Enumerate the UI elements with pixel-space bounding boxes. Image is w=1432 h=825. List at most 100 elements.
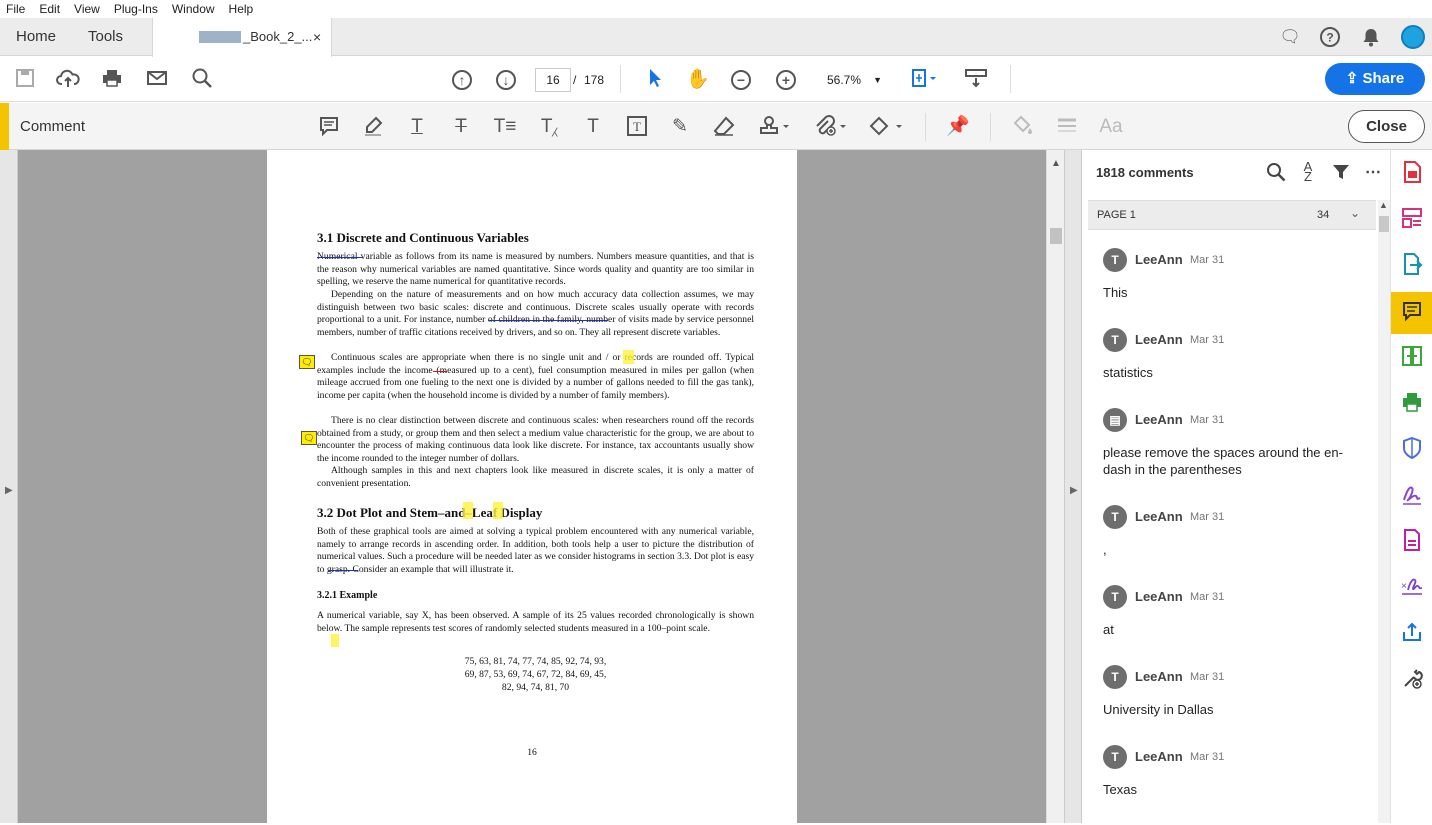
- comment-date: Mar 31: [1190, 511, 1225, 523]
- request-signature-icon[interactable]: [1399, 528, 1425, 554]
- stamp-icon[interactable]: [756, 115, 792, 139]
- attach-file-icon[interactable]: [812, 115, 848, 139]
- comment-author: LeeAnn: [1135, 412, 1183, 427]
- scroll-thumb[interactable]: [1050, 228, 1062, 244]
- pencil-icon[interactable]: ✎: [667, 115, 693, 139]
- insert-text-icon[interactable]: T⁁: [536, 115, 562, 139]
- strikethrough-text-icon[interactable]: T: [448, 115, 474, 139]
- document-scrollbar[interactable]: ▲: [1046, 150, 1064, 823]
- tab-home[interactable]: Home: [16, 18, 56, 56]
- search-zoom-icon[interactable]: [189, 67, 215, 93]
- replace-text-icon[interactable]: T≡: [492, 115, 518, 139]
- comment-item[interactable]: T LeeAnn Mar 31 at: [1088, 585, 1376, 665]
- print-icon[interactable]: [99, 67, 125, 93]
- sticky-note-annotation-icon[interactable]: 🗨: [301, 431, 317, 445]
- tab-document[interactable]: _Book_2_... ×: [152, 18, 332, 57]
- search-icon[interactable]: [1265, 162, 1287, 187]
- comments-header: 1818 comments AZ ⋯: [1082, 150, 1390, 198]
- print-production-icon[interactable]: [1399, 390, 1425, 416]
- email-icon[interactable]: [144, 67, 170, 93]
- underline-text-icon[interactable]: T: [404, 115, 430, 139]
- close-button[interactable]: Close: [1348, 110, 1425, 143]
- highlight-annotation[interactable]: [623, 350, 634, 364]
- right-panel-toggle[interactable]: ▶: [1064, 150, 1082, 823]
- sticky-note-annotation-icon[interactable]: 🗨: [299, 355, 315, 369]
- page-group-header[interactable]: PAGE 1 34 ⌄: [1088, 200, 1376, 230]
- zoom-dropdown[interactable]: 56.7% ▼: [815, 68, 890, 92]
- menu-bar: File Edit View Plug-Ins Window Help: [0, 0, 1432, 18]
- upload-cloud-icon[interactable]: [55, 67, 81, 93]
- save-icon[interactable]: [12, 67, 38, 93]
- strikethrough-annotation[interactable]: [433, 371, 447, 372]
- menu-file[interactable]: File: [0, 2, 32, 16]
- comment-date: Mar 31: [1190, 254, 1225, 266]
- zoom-out-icon[interactable]: −: [731, 70, 751, 90]
- more-options-icon[interactable]: ⋯: [1362, 162, 1384, 182]
- scroll-up-icon[interactable]: ▲: [1379, 200, 1388, 210]
- text-box-icon[interactable]: T: [624, 115, 650, 139]
- comment-tool-icon[interactable]: [1399, 300, 1425, 326]
- certificates-icon[interactable]: ×: [1399, 574, 1425, 600]
- next-page-icon[interactable]: ↓: [496, 70, 516, 90]
- previous-page-icon[interactable]: ↑: [452, 70, 472, 90]
- select-cursor-icon[interactable]: [641, 67, 667, 93]
- page-group-label: PAGE 1: [1097, 209, 1136, 221]
- sort-icon[interactable]: AZ: [1297, 160, 1319, 183]
- comment-item[interactable]: T LeeAnn Mar 31 University in Dallas: [1088, 665, 1376, 745]
- strikethrough-annotation[interactable]: [317, 257, 362, 258]
- divider: [1010, 65, 1011, 93]
- comment-item[interactable]: T LeeAnn Mar 31 This: [1088, 248, 1376, 328]
- compare-files-icon[interactable]: [1399, 344, 1425, 370]
- zoom-value: 56.7%: [827, 73, 862, 87]
- comment-item[interactable]: T LeeAnn Mar 31 statistics: [1088, 328, 1376, 408]
- fit-page-icon[interactable]: [908, 67, 936, 93]
- comment-item[interactable]: ▤ LeeAnn Mar 31 please remove the spaces…: [1088, 408, 1376, 506]
- highlight-icon[interactable]: [360, 115, 386, 139]
- menu-help[interactable]: Help: [222, 2, 261, 16]
- highlight-annotation[interactable]: [331, 634, 339, 647]
- organize-pages-icon[interactable]: [1399, 206, 1425, 232]
- fill-sign-icon[interactable]: [1399, 482, 1425, 508]
- comment-item[interactable]: T LeeAnn Mar 31 ,: [1088, 505, 1376, 585]
- comments-scrollbar[interactable]: ▲: [1378, 200, 1390, 823]
- filter-icon[interactable]: [1330, 162, 1352, 187]
- protect-shield-icon[interactable]: [1399, 436, 1425, 462]
- scroll-mode-icon[interactable]: [963, 67, 989, 93]
- pdf-page: 3.1 Discrete and Continuous Variables Nu…: [267, 150, 797, 823]
- highlight-annotation[interactable]: [493, 502, 503, 519]
- page-separator: /: [573, 73, 577, 87]
- left-panel-toggle[interactable]: ▶: [0, 150, 18, 823]
- comment-item[interactable]: T LeeAnn Mar 31 Texas: [1088, 745, 1376, 825]
- more-tools-icon[interactable]: [1399, 666, 1425, 692]
- scroll-thumb[interactable]: [1379, 216, 1389, 232]
- share-label: Share: [1362, 70, 1405, 87]
- tab-tools[interactable]: Tools: [88, 18, 123, 56]
- user-avatar[interactable]: [1401, 25, 1425, 49]
- zoom-in-icon[interactable]: +: [776, 70, 796, 90]
- strikethrough-annotation[interactable]: [488, 320, 608, 321]
- share-button[interactable]: ⇪ Share: [1325, 63, 1425, 95]
- add-text-icon[interactable]: T: [580, 115, 606, 139]
- share-upload-icon[interactable]: [1399, 620, 1425, 646]
- scroll-up-icon[interactable]: ▲: [1051, 158, 1061, 169]
- pin-icon[interactable]: 📌: [945, 115, 971, 139]
- shapes-icon[interactable]: [868, 115, 904, 139]
- chat-icon[interactable]: 🗨: [1279, 26, 1301, 48]
- close-tab-icon[interactable]: ×: [313, 18, 321, 56]
- export-pdf-icon[interactable]: [1399, 160, 1425, 186]
- export-file-icon[interactable]: [1399, 252, 1425, 278]
- highlight-annotation[interactable]: [463, 502, 473, 519]
- eraser-icon[interactable]: [711, 115, 737, 139]
- menu-edit[interactable]: Edit: [32, 2, 67, 16]
- share-icon: ⇪: [1345, 70, 1363, 87]
- sticky-note-icon[interactable]: [316, 115, 342, 139]
- menu-view[interactable]: View: [67, 2, 107, 16]
- notification-bell-icon[interactable]: [1360, 26, 1382, 48]
- help-icon[interactable]: ?: [1319, 26, 1341, 48]
- menu-plugins[interactable]: Plug-Ins: [107, 2, 165, 16]
- hand-tool-icon[interactable]: ✋: [685, 67, 711, 93]
- page-number-input[interactable]: 16: [535, 68, 571, 92]
- strikethrough-annotation[interactable]: [328, 570, 358, 571]
- comment-type-icon: T: [1103, 585, 1127, 609]
- menu-window[interactable]: Window: [165, 2, 222, 16]
